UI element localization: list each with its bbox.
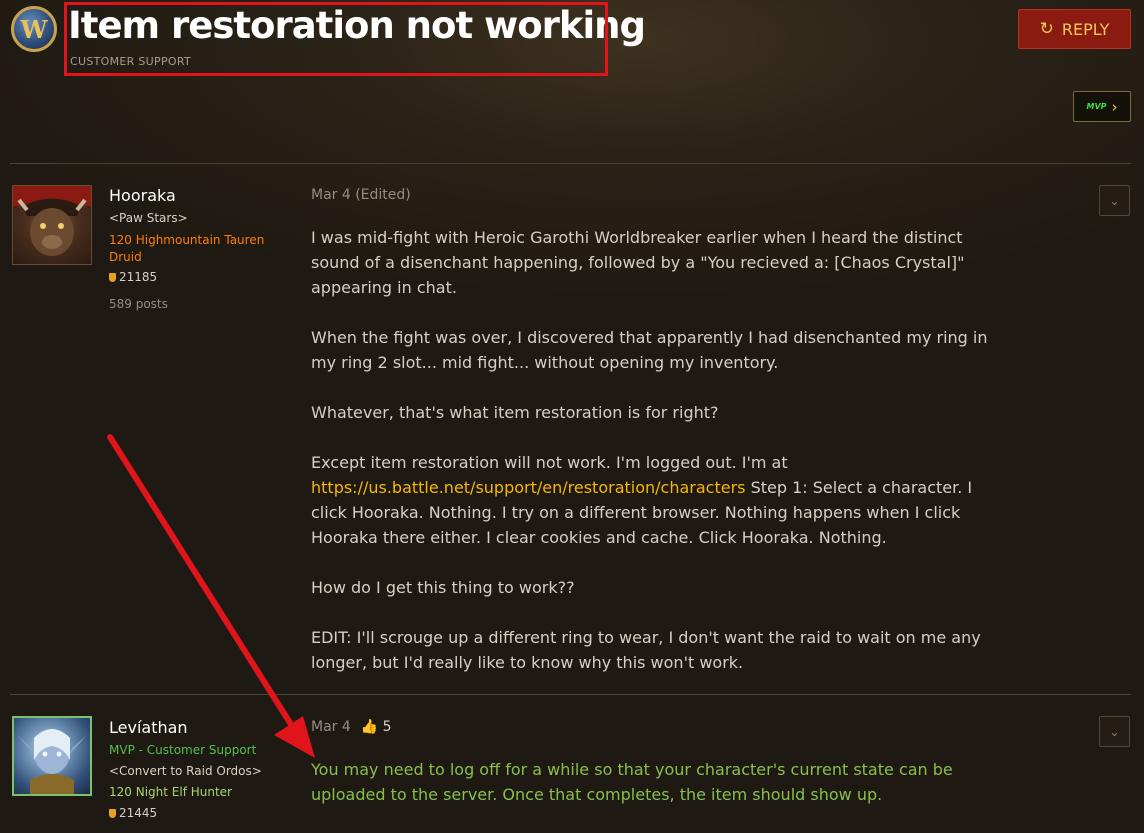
- achievement-value: 21185: [119, 270, 158, 284]
- user-title: MVP - Customer Support: [109, 743, 257, 757]
- topic-header: W Item restoration not working CUSTOMER …: [0, 0, 1144, 160]
- like-count: 5: [382, 719, 392, 735]
- post-date-text: Mar 4: [311, 719, 351, 735]
- mvp-jump-button[interactable]: MVP ›: [1073, 91, 1131, 122]
- post-paragraph: When the fight was over, I discovered th…: [311, 328, 988, 372]
- guild-name[interactable]: <Convert to Raid Ordos>: [109, 764, 262, 778]
- achievement-shield-icon: [109, 272, 116, 282]
- paragraph-text: Except item restoration will not work. I…: [311, 453, 788, 472]
- post-body: I was mid-fight with Heroic Garothi Worl…: [311, 225, 1011, 700]
- character-class: 120 Highmountain Tauren Druid: [109, 233, 265, 264]
- achievement-shield-icon: [109, 808, 116, 818]
- post-body: You may need to log off for a while so t…: [311, 757, 1011, 832]
- username[interactable]: Hooraka: [109, 186, 176, 205]
- reply-label: REPLY: [1061, 19, 1110, 39]
- guild-name[interactable]: <Paw Stars>: [109, 211, 188, 225]
- achievement-points: 21445: [109, 806, 157, 820]
- post-count: 589 posts: [109, 297, 168, 311]
- post-date[interactable]: Mar 4 👍 5: [311, 719, 392, 735]
- achievement-value: 21445: [119, 806, 158, 820]
- post-paragraph: EDIT: I'll scrouge up a different ring t…: [311, 628, 981, 672]
- post-date-text: Mar 4 (Edited): [311, 187, 411, 203]
- character-class: 120 Night Elf Hunter: [109, 785, 232, 799]
- chevron-right-icon: ›: [1111, 97, 1118, 116]
- mvp-label: MVP: [1086, 102, 1107, 111]
- post-paragraph: Whatever, that's what item restoration i…: [311, 403, 719, 422]
- wow-logo-icon[interactable]: W: [11, 6, 57, 52]
- tauren-portrait-icon: [13, 186, 91, 256]
- post-paragraph: I was mid-fight with Heroic Garothi Worl…: [311, 228, 965, 297]
- chevron-down-icon: ⌄: [1109, 724, 1120, 739]
- post-menu-button[interactable]: ⌄: [1099, 716, 1130, 747]
- divider: [10, 694, 1131, 695]
- post-paragraph: You may need to log off for a while so t…: [311, 760, 953, 804]
- avatar[interactable]: [12, 716, 92, 796]
- like-icon: 👍: [360, 719, 379, 735]
- post-date[interactable]: Mar 4 (Edited): [311, 187, 411, 203]
- achievement-points: 21185: [109, 270, 157, 284]
- night-elf-portrait-icon: [18, 729, 86, 794]
- divider: [10, 163, 1131, 164]
- highlight-box: [64, 2, 608, 76]
- likes: 👍 5: [361, 719, 392, 735]
- avatar[interactable]: [12, 185, 92, 265]
- reply-button[interactable]: ↻ REPLY: [1018, 9, 1131, 49]
- chevron-down-icon: ⌄: [1109, 193, 1120, 208]
- reply-icon: ↻: [1039, 19, 1054, 39]
- restoration-link[interactable]: https://us.battle.net/support/en/restora…: [311, 478, 745, 497]
- post-paragraph: Except item restoration will not work. I…: [311, 450, 1011, 550]
- username[interactable]: Levíathan: [109, 718, 188, 737]
- post-menu-button[interactable]: ⌄: [1099, 185, 1130, 216]
- post-paragraph: How do I get this thing to work??: [311, 578, 575, 597]
